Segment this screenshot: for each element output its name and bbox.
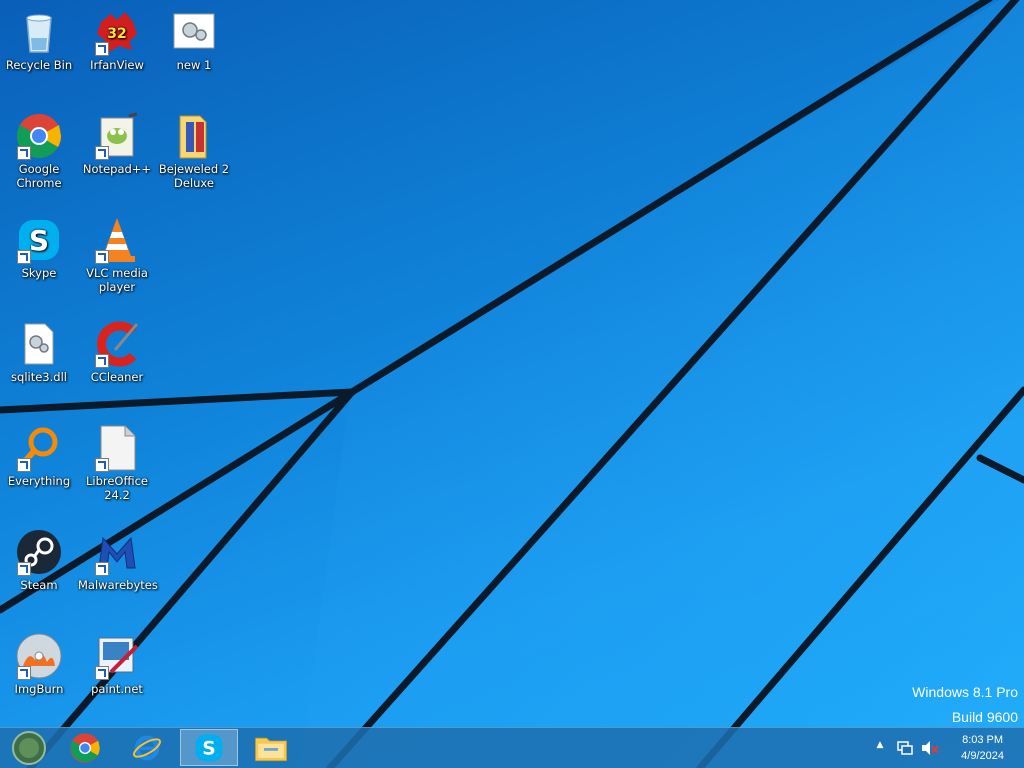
desktop-icon-steam[interactable]: Steam bbox=[0, 528, 78, 592]
malwarebytes-label: Malwarebytes bbox=[78, 578, 158, 592]
desktop-icon-vlc[interactable]: VLC media player bbox=[78, 216, 156, 294]
new-1-file-icon bbox=[170, 8, 218, 56]
clock-time: 8:03 PM bbox=[962, 734, 1004, 746]
svg-text:S: S bbox=[202, 738, 215, 759]
google-chrome-label: Google Chrome bbox=[16, 162, 62, 190]
desktop-icon-google-chrome[interactable]: Google Chrome bbox=[0, 112, 78, 190]
dll-file-icon bbox=[15, 320, 63, 368]
taskbar-chrome-button[interactable] bbox=[56, 729, 114, 766]
start-button[interactable] bbox=[0, 729, 58, 766]
recycle-bin-icon bbox=[15, 8, 63, 56]
start-orb-icon bbox=[12, 730, 46, 765]
everything-icon bbox=[15, 424, 63, 472]
desktop-icon-bejeweled[interactable]: Bejeweled 2 Deluxe bbox=[155, 112, 233, 190]
desktop-icon-notepadpp[interactable]: Notepad++ bbox=[78, 112, 156, 176]
malwarebytes-icon bbox=[93, 528, 141, 576]
vlc-icon bbox=[93, 216, 141, 264]
chrome-icon bbox=[70, 732, 100, 763]
notepadpp-icon bbox=[93, 112, 141, 160]
everything-label: Everything bbox=[7, 474, 71, 488]
windows-edition-watermark: Windows 8.1 Pro bbox=[912, 684, 1018, 700]
new-1-label: new 1 bbox=[176, 58, 212, 72]
paintnet-label: paint.net bbox=[91, 682, 143, 696]
svg-text:S: S bbox=[29, 224, 49, 257]
skype-icon: S bbox=[195, 734, 223, 761]
skype-label: Skype bbox=[21, 266, 57, 280]
desktop-icon-imgburn[interactable]: ImgBurn bbox=[0, 632, 78, 696]
skype-icon: S bbox=[15, 216, 63, 264]
shortcut-arrow-icon bbox=[95, 458, 109, 472]
show-hidden-icons-button[interactable]: ▲ bbox=[874, 740, 886, 756]
shortcut-arrow-icon bbox=[17, 146, 31, 160]
desktop-icon-skype[interactable]: S Skype bbox=[0, 216, 78, 280]
recycle-bin-label: Recycle Bin bbox=[5, 58, 73, 72]
shortcut-arrow-icon bbox=[95, 42, 109, 56]
shortcut-arrow-icon bbox=[95, 562, 109, 576]
ccleaner-label: CCleaner bbox=[90, 370, 144, 384]
shortcut-arrow-icon bbox=[95, 250, 109, 264]
irfanview-icon: 32 bbox=[93, 8, 141, 56]
sqlite3-label: sqlite3.dll bbox=[11, 370, 67, 384]
shortcut-arrow-icon bbox=[17, 562, 31, 576]
vlc-label: VLC media player bbox=[86, 266, 148, 294]
internet-explorer-icon bbox=[133, 735, 161, 760]
shortcut-arrow-icon bbox=[17, 458, 31, 472]
desktop-icon-paintnet[interactable]: paint.net bbox=[78, 632, 156, 696]
folder-icon bbox=[170, 112, 218, 160]
paintnet-icon bbox=[93, 632, 141, 680]
shortcut-arrow-icon bbox=[17, 250, 31, 264]
taskbar-internet-explorer-button[interactable] bbox=[118, 729, 176, 766]
chrome-icon bbox=[15, 112, 63, 160]
desktop-icon-recycle-bin[interactable]: Recycle Bin bbox=[0, 8, 78, 72]
taskbar: S ▲ 8:03 PM 4/9/2024 bbox=[0, 727, 1024, 768]
irfanview-label: IrfanView bbox=[90, 58, 144, 72]
file-explorer-icon bbox=[255, 737, 287, 761]
desktop-icon-sqlite3[interactable]: sqlite3.dll bbox=[0, 320, 78, 384]
taskbar-file-explorer-button[interactable] bbox=[242, 729, 300, 766]
volume-muted-icon[interactable] bbox=[920, 740, 940, 760]
desktop-icon-libreoffice[interactable]: LibreOffice 24.2 bbox=[78, 424, 156, 502]
taskbar-clock[interactable]: 8:03 PM 4/9/2024 bbox=[961, 732, 1004, 764]
libreoffice-label: LibreOffice 24.2 bbox=[85, 474, 149, 502]
shortcut-arrow-icon bbox=[17, 666, 31, 680]
notepadpp-label: Notepad++ bbox=[82, 162, 152, 176]
windows-build-watermark: Build 9600 bbox=[951, 709, 1018, 725]
shortcut-arrow-icon bbox=[95, 354, 109, 368]
desktop-icon-irfanview[interactable]: 32 IrfanView bbox=[78, 8, 156, 72]
shortcut-arrow-icon bbox=[95, 146, 109, 160]
libreoffice-icon bbox=[93, 424, 141, 472]
ccleaner-icon bbox=[93, 320, 141, 368]
imgburn-icon bbox=[15, 632, 63, 680]
steam-icon bbox=[15, 528, 63, 576]
desktop-icon-new-1[interactable]: new 1 bbox=[155, 8, 233, 72]
bejeweled-label: Bejeweled 2 Deluxe bbox=[158, 162, 230, 190]
shortcut-arrow-icon bbox=[95, 666, 109, 680]
desktop-icon-everything[interactable]: Everything bbox=[0, 424, 78, 488]
steam-label: Steam bbox=[20, 578, 58, 592]
desktop-icon-ccleaner[interactable]: CCleaner bbox=[78, 320, 156, 384]
clock-date: 4/9/2024 bbox=[961, 750, 1004, 762]
taskbar-skype-button[interactable]: S bbox=[180, 729, 238, 766]
irfanview-badge: 32 bbox=[107, 26, 126, 42]
imgburn-label: ImgBurn bbox=[14, 682, 64, 696]
desktop-icon-malwarebytes[interactable]: Malwarebytes bbox=[78, 528, 158, 592]
network-icon[interactable] bbox=[896, 740, 914, 760]
